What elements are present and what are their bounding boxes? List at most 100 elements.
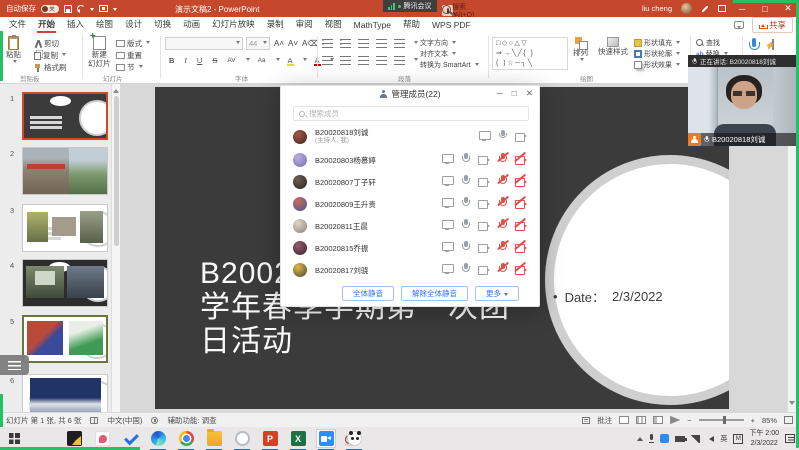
- line-spacing-icon[interactable]: [394, 39, 405, 48]
- reset-button[interactable]: 重置: [116, 50, 142, 61]
- highlight-color-button[interactable]: A: [286, 56, 295, 65]
- dialog-minimize-button[interactable]: ─: [497, 88, 503, 99]
- camera-icon[interactable]: [478, 177, 490, 186]
- ribbon-tab[interactable]: 插入: [61, 16, 90, 33]
- member-row[interactable]: B20020811王晨: [281, 215, 539, 237]
- camera-icon[interactable]: [478, 221, 490, 230]
- copy-button[interactable]: 复制: [34, 50, 66, 61]
- volume-icon[interactable]: [706, 436, 714, 442]
- camera-icon[interactable]: [478, 243, 490, 252]
- layout-button[interactable]: 版式: [116, 38, 150, 49]
- member-search-input[interactable]: 搜索成员: [293, 106, 529, 121]
- ribbon-tab[interactable]: 切换: [148, 16, 177, 33]
- increase-indent-icon[interactable]: [376, 39, 387, 48]
- ribbon-tab[interactable]: 幻灯片放映: [206, 16, 261, 33]
- camera-icon[interactable]: [478, 265, 490, 274]
- accessibility-status[interactable]: 辅助功能: 调查: [167, 415, 216, 426]
- meeting-member-tab[interactable]: [0, 355, 29, 375]
- taskbar-app-excel[interactable]: X: [289, 430, 307, 447]
- screen-share-icon[interactable]: [442, 220, 453, 230]
- decrease-indent-icon[interactable]: [358, 39, 369, 48]
- zoom-level[interactable]: 85%: [762, 416, 777, 425]
- member-row[interactable]: B20020807丁子轩: [281, 171, 539, 193]
- zoom-out-button[interactable]: −: [687, 416, 691, 425]
- tray-expand-icon[interactable]: [637, 434, 643, 441]
- member-row[interactable]: B20020803杨慕婷: [281, 149, 539, 171]
- comments-toggle[interactable]: 批注: [597, 415, 612, 426]
- bold-button[interactable]: B: [167, 56, 176, 65]
- ribbon-tab[interactable]: 文件: [3, 16, 32, 33]
- ribbon-tab[interactable]: 设计: [119, 16, 148, 33]
- taskbar-app-dark[interactable]: [65, 430, 83, 447]
- ribbon-tab[interactable]: 视图: [319, 16, 348, 33]
- quick-styles-button[interactable]: 快速样式: [598, 37, 628, 56]
- justify-icon[interactable]: [376, 56, 387, 65]
- mic-icon[interactable]: [498, 130, 507, 141]
- language-indicator[interactable]: 中文(中国): [107, 415, 142, 426]
- shrink-font-button[interactable]: A˅: [288, 39, 298, 48]
- mic-icon[interactable]: [461, 241, 470, 252]
- columns-icon[interactable]: [394, 56, 405, 65]
- find-button[interactable]: 查找: [696, 38, 720, 48]
- underline-button[interactable]: U: [195, 56, 204, 65]
- user-name[interactable]: liu cheng: [642, 4, 672, 13]
- pen-icon[interactable]: [701, 5, 708, 12]
- reading-view-icon[interactable]: [653, 416, 663, 424]
- align-text-button[interactable]: 对齐文本: [420, 49, 456, 59]
- camera-icon[interactable]: [478, 199, 490, 208]
- font-name-select[interactable]: [165, 37, 243, 50]
- strikethrough-button[interactable]: S: [210, 56, 219, 65]
- screen-share-icon[interactable]: [442, 264, 453, 274]
- mute-all-button[interactable]: 全体静音: [342, 286, 394, 301]
- unmute-all-button[interactable]: 解除全体静音: [401, 286, 468, 301]
- clock[interactable]: 下午 2:00 2/3/2022: [749, 429, 779, 447]
- mic-icon[interactable]: [461, 263, 470, 274]
- paste-button[interactable]: 粘贴: [6, 36, 21, 65]
- mic-icon[interactable]: [461, 175, 470, 186]
- align-right-icon[interactable]: [358, 56, 369, 65]
- mic-icon[interactable]: [461, 219, 470, 230]
- comments-icon[interactable]: [734, 21, 744, 29]
- slide-sorter-icon[interactable]: [636, 416, 646, 424]
- change-case-button[interactable]: Aa: [256, 57, 268, 64]
- network-icon[interactable]: [691, 435, 700, 443]
- camera-icon[interactable]: [478, 155, 490, 164]
- ribbon-tab[interactable]: WPS PDF: [426, 18, 477, 33]
- align-left-icon[interactable]: [322, 56, 333, 65]
- ime-icon[interactable]: M: [733, 434, 743, 444]
- normal-view-icon[interactable]: [619, 416, 629, 424]
- action-center-icon[interactable]: [785, 434, 795, 443]
- mic-icon[interactable]: [461, 153, 470, 164]
- arrange-button[interactable]: 排列: [573, 37, 588, 63]
- zoom-in-button[interactable]: +: [751, 416, 755, 425]
- shape-outline-button[interactable]: 形状轮廓: [634, 49, 680, 59]
- ribbon-tab[interactable]: 开始: [32, 16, 61, 33]
- shape-effects-button[interactable]: 形状效果: [634, 60, 680, 70]
- taskbar-app-check[interactable]: [121, 430, 139, 447]
- ime-language[interactable]: 英: [720, 434, 727, 444]
- thumbnail-scrollbar[interactable]: [111, 84, 120, 412]
- battery-icon[interactable]: [675, 436, 685, 442]
- more-button[interactable]: 更多: [475, 286, 519, 301]
- undo-dropdown-icon[interactable]: [90, 8, 94, 13]
- camera-icon[interactable]: [515, 132, 527, 141]
- taskbar-app-powerpoint[interactable]: P: [261, 430, 279, 447]
- italic-button[interactable]: I: [182, 56, 189, 65]
- start-button[interactable]: [9, 433, 20, 444]
- save-icon[interactable]: [64, 5, 72, 13]
- char-spacing-button[interactable]: AV: [225, 57, 237, 64]
- meeting-video-panel[interactable]: 正在讲话: B20020818刘诚 B20020818刘诚: [688, 55, 799, 146]
- screen-share-icon[interactable]: [442, 176, 453, 186]
- tray-meeting-icon[interactable]: [660, 434, 669, 443]
- member-row[interactable]: B20020815乔振: [281, 237, 539, 259]
- new-slide-button[interactable]: 新建幻灯片: [88, 36, 111, 69]
- taskbar-app-meeting[interactable]: [317, 430, 335, 447]
- taskbar-app-explorer[interactable]: [205, 430, 223, 447]
- member-row[interactable]: B20020818刘诚 (主持人, 我): [281, 124, 539, 149]
- slideshow-icon[interactable]: [99, 5, 108, 12]
- text-direction-button[interactable]: 文字方向: [420, 38, 456, 48]
- mic-icon[interactable]: [461, 197, 470, 208]
- format-painter-button[interactable]: 格式刷: [34, 62, 67, 73]
- screen-share-icon[interactable]: [442, 198, 453, 208]
- taskbar-app-panda[interactable]: [345, 430, 363, 447]
